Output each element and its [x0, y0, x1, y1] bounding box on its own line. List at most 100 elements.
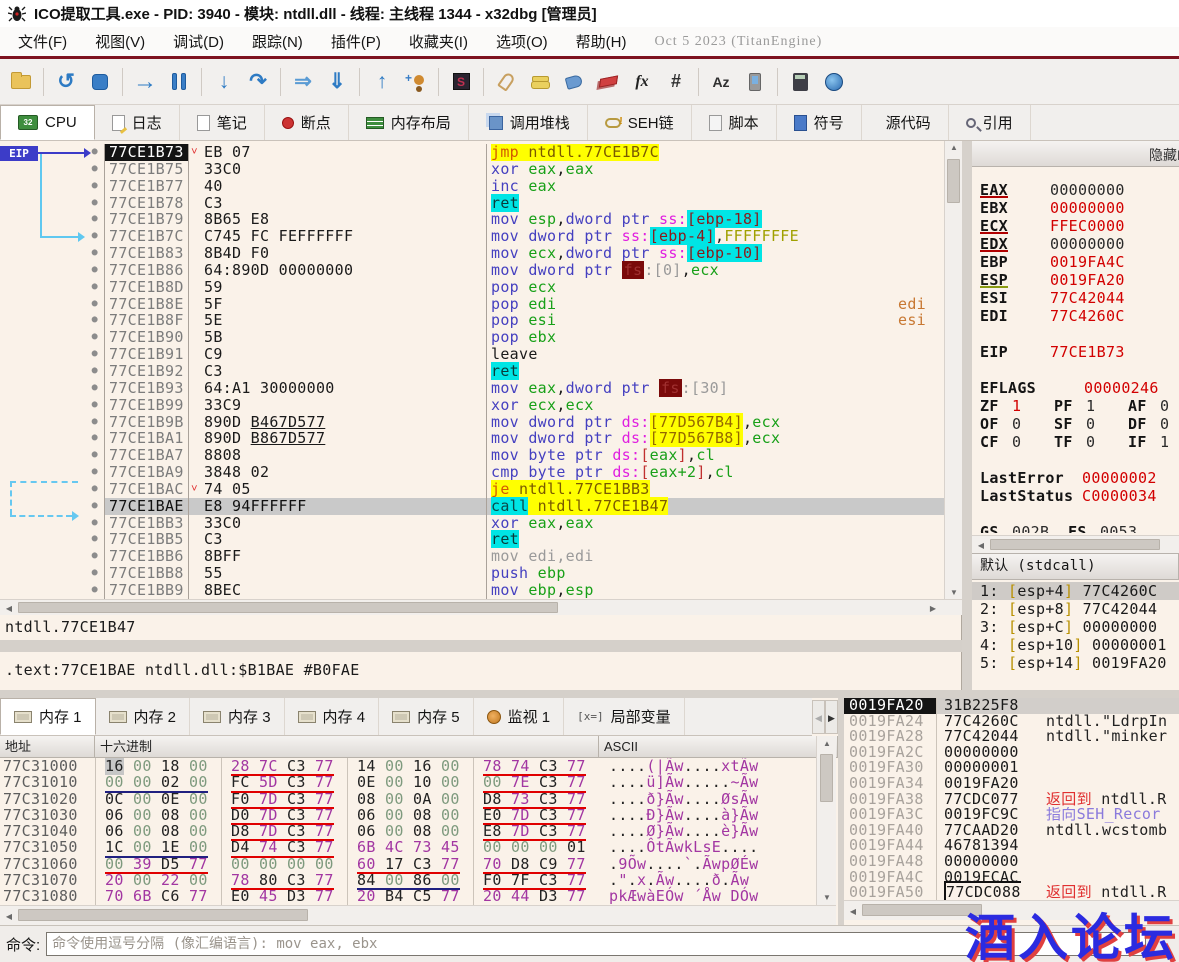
dump-tab[interactable]: 内存 4 — [285, 698, 380, 735]
breakpoint-dot-icon[interactable]: ● — [0, 397, 104, 414]
tab-log[interactable]: 日志 — [95, 105, 180, 140]
disasm-row[interactable]: ●77CE1BB98BECmov ebp,esp — [0, 582, 944, 599]
register-row[interactable]: ESP0019FA20 — [972, 271, 1179, 289]
scroll-left-icon[interactable]: ◀ — [2, 912, 16, 921]
vertical-splitter[interactable] — [962, 141, 972, 698]
patches-button[interactable]: S — [446, 66, 476, 98]
disasm-row[interactable]: ●77CE1B92C3ret — [0, 363, 944, 380]
scroll-down-icon[interactable]: ▼ — [945, 588, 963, 597]
memory-dump-pane[interactable]: 内存 1内存 2内存 3内存 4内存 5监视 1[x=]局部变量 ◀ ▶ 地址十… — [0, 698, 838, 925]
disasm-row[interactable]: ●77CE1BB5C3ret — [0, 531, 944, 548]
disasm-row[interactable]: ●77CE1B91C9leave — [0, 346, 944, 363]
hash-button[interactable]: # — [661, 66, 691, 98]
run-button[interactable]: → — [130, 66, 160, 98]
scroll-down-icon[interactable]: ▼ — [817, 893, 837, 902]
scroll-left-icon[interactable]: ◀ — [974, 541, 988, 550]
tab-source[interactable]: 源代码 — [862, 105, 949, 140]
registers-pane[interactable]: 隐藏FPU EAX00000000EBX00000000ECXFFEC0000E… — [972, 141, 1179, 698]
menu-item[interactable]: 帮助(H) — [562, 30, 641, 55]
disassembly-pane[interactable]: ●77CE1B73˅EB 07jmp ntdll.77CE1B7C ●77CE1B… — [0, 141, 962, 615]
menu-item[interactable]: 跟踪(N) — [238, 30, 317, 55]
dump-row[interactable]: 77C3101000 00 02 00FC 5D C3 770E 00 10 0… — [0, 774, 816, 790]
arg-row[interactable]: 4: [esp+10] 00000001 — [972, 636, 1179, 654]
run-until-return-button[interactable]: ↑ — [367, 66, 397, 98]
dump-row[interactable]: 77C310501C 00 1E 00D4 74 C3 776B 4C 73 4… — [0, 839, 816, 855]
dump-vscrollbar[interactable]: ▲ ▼ — [816, 736, 836, 905]
dump-tab[interactable]: 内存 1 — [0, 698, 96, 735]
disasm-row[interactable]: ●77CE1B78C3ret — [0, 195, 944, 212]
pause-button[interactable] — [164, 66, 194, 98]
dump-row[interactable]: 77C3107020 00 22 0078 80 C3 7784 00 86 0… — [0, 872, 816, 888]
stop-button[interactable] — [85, 66, 115, 98]
breakpoint-dot-icon[interactable]: ● — [0, 346, 104, 363]
dump-tab[interactable]: 内存 3 — [190, 698, 285, 735]
disasm-row[interactable]: ●77CE1B9364:A1 30000000mov eax,dword ptr… — [0, 380, 944, 397]
breakpoint-dot-icon[interactable]: ● — [0, 245, 104, 262]
dump-row[interactable]: 77C3103006 00 08 00D0 7D C3 7706 00 08 0… — [0, 807, 816, 823]
menu-item[interactable]: 文件(F) — [4, 30, 81, 55]
step-over-button[interactable]: ↷ — [243, 66, 273, 98]
hide-fpu-button[interactable]: 隐藏FPU — [1149, 145, 1179, 165]
breakpoint-dot-icon[interactable]: ● — [0, 414, 104, 431]
arg-row[interactable]: 2: [esp+8] 77C42044 — [972, 600, 1179, 618]
disasm-row[interactable]: ●77CE1B7CC745 FC FEFFFFFFmov dword ptr s… — [0, 228, 944, 245]
breakpoint-dot-icon[interactable]: ● — [0, 481, 104, 498]
calculator-button[interactable] — [785, 66, 815, 98]
dump-row[interactable]: 77C3100016 00 18 0028 7C C3 7714 00 16 0… — [0, 758, 816, 774]
breakpoint-dot-icon[interactable]: ● — [0, 498, 104, 515]
dump-tab[interactable]: 内存 5 — [379, 698, 474, 735]
breakpoint-dot-icon[interactable]: ● — [0, 279, 104, 296]
breakpoint-dot-icon[interactable]: ● — [0, 464, 104, 481]
disasm-row[interactable]: ●77CE1BAEE8 94FFFFFFcall ntdll.77CE1B47 — [0, 498, 944, 515]
dump-tab[interactable]: 内存 2 — [96, 698, 191, 735]
tab-script[interactable]: 脚本 — [692, 105, 777, 140]
breakpoint-dot-icon[interactable]: ● — [0, 531, 104, 548]
labels-button[interactable] — [559, 66, 589, 98]
disasm-row[interactable]: ●77CE1B905Bpop ebx — [0, 329, 944, 346]
menu-item[interactable]: 调试(D) — [159, 30, 238, 55]
menu-item[interactable]: 插件(P) — [317, 30, 395, 55]
disasm-row[interactable]: ●77CE1BA78808mov byte ptr ds:[eax],cl — [0, 447, 944, 464]
run-to-user-code-button[interactable]: ⇒ — [288, 66, 318, 98]
arg-row[interactable]: 1: [esp+4] 77C4260C — [972, 582, 1179, 600]
dump-row[interactable]: 77C3106000 39 D5 7700 00 00 0060 17 C3 7… — [0, 856, 816, 872]
arg-row[interactable]: 5: [esp+14] 0019FA20 — [972, 654, 1179, 672]
breakpoint-dot-icon[interactable]: ● — [0, 262, 104, 279]
disasm-row[interactable]: ●77CE1B8664:890D 00000000mov dword ptr f… — [0, 262, 944, 279]
dump-tab[interactable]: 监视 1 — [474, 698, 565, 735]
dump-hscrollbar[interactable]: ◀ — [0, 905, 836, 925]
step-out-button[interactable]: ⇓ — [322, 66, 352, 98]
disasm-row[interactable]: ●77CE1B7740inc eax — [0, 178, 944, 195]
breakpoint-dot-icon[interactable]: ● — [0, 548, 104, 565]
step-into-button[interactable]: ↓ — [209, 66, 239, 98]
register-row[interactable]: EDX00000000 — [972, 235, 1179, 253]
restart-button[interactable]: ↺ — [51, 66, 81, 98]
scroll-right-icon[interactable]: ▶ — [926, 604, 940, 613]
disasm-row[interactable]: ●77CE1BB855push ebp — [0, 565, 944, 582]
open-file-button[interactable] — [6, 66, 36, 98]
registers-hscrollbar[interactable]: ◀ — [972, 535, 1179, 553]
disasm-row[interactable]: ●77CE1B9B890D B467D577mov dword ptr ds:[… — [0, 414, 944, 431]
breakpoint-dot-icon[interactable]: ● — [0, 312, 104, 329]
register-row[interactable]: EAX00000000 — [972, 181, 1179, 199]
clear-log-button[interactable] — [593, 66, 623, 98]
tab-callstack[interactable]: 调用堆栈 — [469, 105, 588, 140]
disasm-row[interactable]: ●77CE1BA1890D B867D577mov dword ptr ds:[… — [0, 430, 944, 447]
tab-scroll-left[interactable]: ◀ — [812, 700, 825, 734]
breakpoint-dot-icon[interactable]: ● — [0, 178, 104, 195]
disasm-row[interactable]: ●77CE1BAC˅74 05je ntdll.77CE1BB3 — [0, 481, 944, 498]
stack-pane[interactable]: 0019FA2031B225F80019FA2477C4260Cntdll."L… — [844, 698, 1179, 925]
disasm-row[interactable]: ●77CE1B73˅EB 07jmp ntdll.77CE1B7C — [0, 144, 944, 161]
register-row[interactable]: EBX00000000 — [972, 199, 1179, 217]
menu-item[interactable]: 视图(V) — [81, 30, 159, 55]
last-status-row[interactable]: LastStatusC0000034 — [972, 487, 1179, 505]
register-row[interactable]: EDI77C4260C — [972, 307, 1179, 325]
register-row[interactable]: EBP0019FA4C — [972, 253, 1179, 271]
breakpoint-dot-icon[interactable]: ● — [0, 430, 104, 447]
breakpoint-dot-icon[interactable]: ● — [0, 329, 104, 346]
help-globe-button[interactable] — [819, 66, 849, 98]
breakpoint-dot-icon[interactable]: ● — [0, 161, 104, 178]
breakpoint-dot-icon[interactable]: ● — [0, 296, 104, 313]
flags-row[interactable]: OF0SF0DF0 — [972, 415, 1179, 433]
column-header[interactable]: ASCII — [599, 736, 838, 758]
